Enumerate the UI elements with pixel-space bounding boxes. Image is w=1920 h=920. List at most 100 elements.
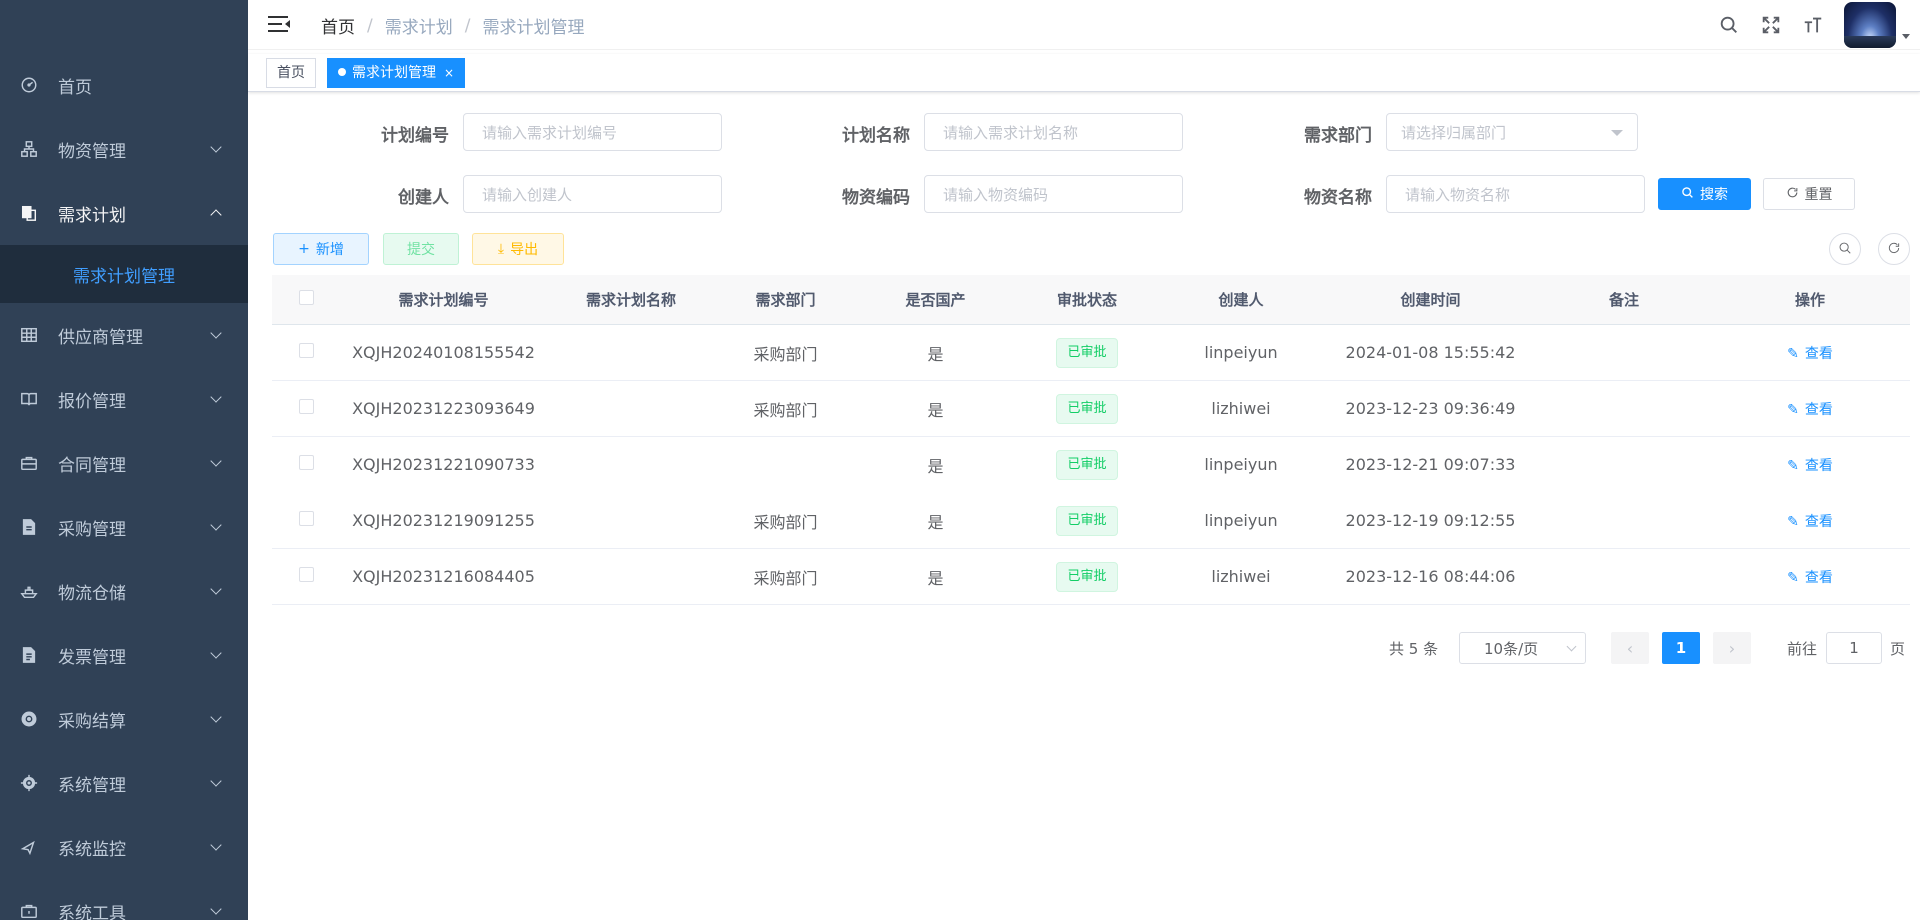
sidebar-item-quotes[interactable]: 报价管理 bbox=[0, 367, 248, 431]
font-size-icon[interactable] bbox=[1792, 0, 1834, 50]
table-row: XQJH20231223093649 采购部门 是 已审批 lizhiwei 2023-1… bbox=[272, 381, 1910, 437]
caret-down-icon[interactable] bbox=[1902, 33, 1910, 39]
row-select-cell bbox=[272, 511, 340, 530]
goto-page-input[interactable]: 1 bbox=[1826, 632, 1882, 664]
sidebar-item-system-tools[interactable]: 系统工具 bbox=[0, 879, 248, 920]
status-badge: 已审批 bbox=[1056, 393, 1118, 424]
refresh-icon bbox=[1786, 186, 1799, 203]
cell-creator: linpeiyun bbox=[1204, 511, 1278, 530]
sidebar-item-label: 采购结算 bbox=[58, 711, 126, 732]
label-plan-no: 计划编号 bbox=[381, 126, 449, 146]
fullscreen-icon[interactable] bbox=[1750, 0, 1792, 50]
close-icon[interactable]: × bbox=[444, 66, 454, 80]
search-button[interactable]: 搜索 bbox=[1658, 178, 1751, 210]
breadcrumb-item-demand-plan: 需求计划 bbox=[384, 18, 453, 38]
view-button[interactable]: ✎ 查看 bbox=[1787, 514, 1833, 530]
action-cell: ✎ 查看 bbox=[1710, 343, 1910, 363]
search-icon[interactable] bbox=[1708, 0, 1750, 50]
breadcrumb-item-home[interactable]: 首页 bbox=[321, 13, 355, 38]
tag-home[interactable]: 首页 bbox=[266, 58, 316, 88]
sidebar-item-suppliers[interactable]: 供应商管理 bbox=[0, 303, 248, 367]
sidebar-item-invoices[interactable]: 发票管理 bbox=[0, 623, 248, 687]
edit-icon: ✎ bbox=[1787, 569, 1799, 586]
navbar-right-menu bbox=[1708, 0, 1920, 50]
cell-dept: 采购部门 bbox=[753, 512, 818, 532]
row-checkbox[interactable] bbox=[298, 511, 314, 526]
sidebar-item-logistics[interactable]: 物流仓储 bbox=[0, 559, 248, 623]
cell-time: 2024-01-08 15:55:42 bbox=[1345, 343, 1516, 362]
column-header[interactable]: 备注 bbox=[1538, 289, 1710, 310]
sidebar-item-materials[interactable]: 物资管理 bbox=[0, 117, 248, 181]
plan-no-input[interactable]: 请输入需求计划编号 bbox=[463, 113, 722, 151]
material-name-input[interactable]: 请输入物资名称 bbox=[1386, 175, 1645, 213]
row-checkbox[interactable] bbox=[298, 455, 314, 470]
sidebar-item-settlement[interactable]: 采购结算 bbox=[0, 687, 248, 751]
search-button-label: 搜索 bbox=[1700, 187, 1728, 203]
status-cell: 已审批 bbox=[1015, 393, 1159, 424]
toggle-search-button[interactable] bbox=[1829, 233, 1861, 265]
table-header: 需求计划编号 需求计划名称 需求部门 是否国产 审批状态 创建人 创建时间 备注… bbox=[272, 275, 1910, 325]
page-number-button[interactable]: 1 bbox=[1662, 632, 1700, 664]
export-button[interactable]: ⤓ 导出 bbox=[472, 233, 564, 265]
table-row: XQJH20231219091255 采购部门 是 已审批 linpeiyun 2023-… bbox=[272, 493, 1910, 549]
view-button[interactable]: ✎ 查看 bbox=[1787, 458, 1833, 474]
submit-button-label: 提交 bbox=[407, 242, 435, 258]
view-button[interactable]: ✎ 查看 bbox=[1787, 402, 1833, 418]
cell-no: XQJH20231221090733 bbox=[352, 455, 535, 474]
column-header[interactable]: 审批状态 bbox=[1015, 289, 1159, 310]
add-button[interactable]: + 新增 bbox=[273, 233, 369, 265]
label-creator: 创建人 bbox=[398, 188, 449, 208]
row-checkbox[interactable] bbox=[298, 343, 314, 358]
plan-name-input[interactable]: 请输入需求计划名称 bbox=[924, 113, 1183, 151]
creator-input[interactable]: 请输入创建人 bbox=[463, 175, 722, 213]
chevron-down-icon bbox=[1566, 641, 1577, 652]
column-header[interactable]: 创建时间 bbox=[1323, 289, 1538, 310]
sidebar-item-contracts[interactable]: 合同管理 bbox=[0, 431, 248, 495]
submit-button[interactable]: 提交 bbox=[383, 233, 459, 265]
page-suffix: 页 bbox=[1890, 640, 1906, 658]
column-header[interactable]: 需求部门 bbox=[715, 289, 856, 310]
sidebar-item-label: 供应商管理 bbox=[58, 327, 143, 348]
sidebar-item-system-monitor[interactable]: 系统监控 bbox=[0, 815, 248, 879]
column-header: 操作 bbox=[1794, 291, 1825, 309]
column-header[interactable]: 需求计划编号 bbox=[340, 289, 547, 310]
tree-icon bbox=[20, 140, 38, 158]
material-code-input[interactable]: 请输入物资编码 bbox=[924, 175, 1183, 213]
sidebar-item-home[interactable]: 首页 bbox=[0, 53, 248, 117]
sidebar-item-system-management[interactable]: 系统管理 bbox=[0, 751, 248, 815]
cell-creator: lizhiwei bbox=[1211, 399, 1271, 418]
table-row: XQJH20231221090733 是 已审批 linpeiyun 2023-12-2… bbox=[272, 437, 1910, 493]
reset-button-label: 重置 bbox=[1804, 187, 1833, 203]
column-header[interactable]: 需求计划名称 bbox=[547, 289, 715, 310]
dashboard-icon bbox=[20, 76, 38, 94]
view-button[interactable]: ✎ 查看 bbox=[1787, 570, 1833, 586]
cell-domestic: 是 bbox=[927, 512, 944, 532]
column-header[interactable]: 是否国产 bbox=[856, 289, 1015, 310]
sidebar-item-procurement[interactable]: 采购管理 bbox=[0, 495, 248, 559]
reset-button[interactable]: 重置 bbox=[1763, 178, 1855, 210]
next-page-button[interactable]: › bbox=[1713, 632, 1751, 664]
placeholder: 请输入物资编码 bbox=[943, 185, 1049, 204]
row-select-cell bbox=[272, 455, 340, 474]
row-checkbox[interactable] bbox=[298, 399, 314, 414]
refresh-table-button[interactable] bbox=[1878, 233, 1910, 265]
sidebar-item-demand-plan[interactable]: 需求计划 bbox=[0, 181, 248, 245]
active-dot-icon bbox=[338, 68, 346, 76]
placeholder: 请输入需求计划编号 bbox=[482, 123, 618, 142]
prev-page-button[interactable]: ‹ bbox=[1611, 632, 1649, 664]
download-icon: ⤓ bbox=[497, 241, 505, 257]
hamburger-menu-icon[interactable] bbox=[268, 14, 290, 34]
sidebar-subitem-demand-plan-management[interactable]: 需求计划管理 bbox=[0, 245, 248, 303]
tag-demand-plan-management[interactable]: 需求计划管理 × bbox=[327, 58, 466, 88]
view-button[interactable]: ✎ 查看 bbox=[1787, 346, 1833, 362]
sidebar-item-label: 系统工具 bbox=[58, 903, 126, 920]
row-checkbox[interactable] bbox=[298, 567, 314, 582]
status-badge: 已审批 bbox=[1056, 505, 1118, 536]
column-header[interactable]: 创建人 bbox=[1159, 289, 1323, 310]
page-size-select[interactable]: 10条/页 bbox=[1459, 632, 1586, 664]
caret-down-icon bbox=[1611, 130, 1623, 136]
avatar[interactable] bbox=[1844, 2, 1896, 48]
breadcrumb-separator: / bbox=[367, 15, 373, 36]
dept-select[interactable]: 请选择归属部门 bbox=[1386, 113, 1638, 151]
select-all-checkbox[interactable] bbox=[298, 290, 314, 305]
